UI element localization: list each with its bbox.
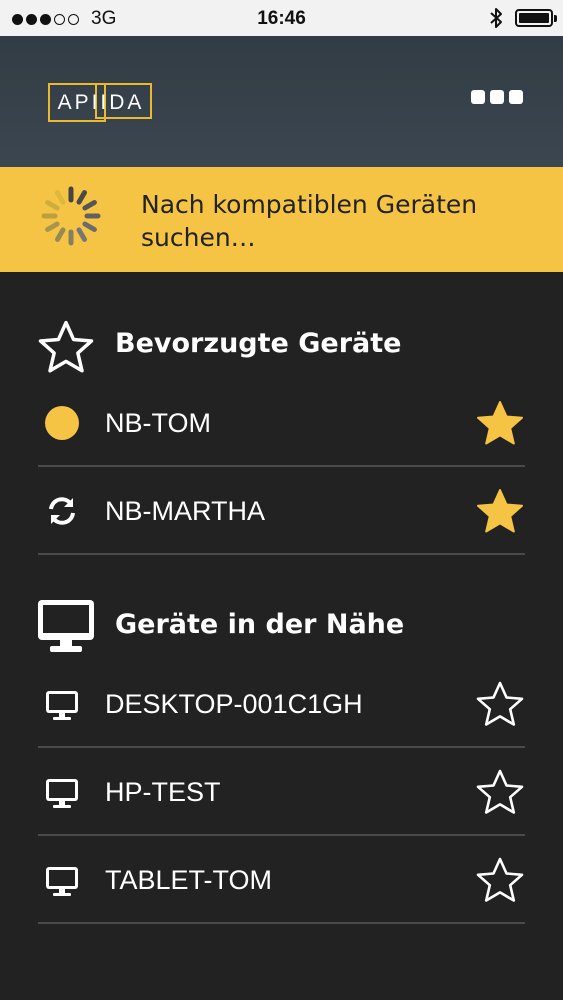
more-dots-icon [490, 90, 504, 104]
divider [38, 553, 525, 555]
online-dot-icon [45, 406, 79, 440]
more-options-button[interactable] [471, 90, 523, 104]
star-filled-icon[interactable] [475, 486, 525, 536]
star-filled-icon[interactable] [475, 398, 525, 448]
star-outline-icon [38, 320, 94, 373]
battery-icon [515, 9, 557, 27]
star-outline-icon[interactable] [475, 679, 525, 729]
device-name: NB-TOM [105, 408, 211, 438]
scanning-status-text: Nach kompatiblen Geräten suchen… [141, 190, 478, 252]
more-dots-icon [509, 90, 523, 104]
monitor-icon [46, 691, 78, 720]
nearby-section-title: Geräte in der Nähe [115, 609, 405, 640]
app-logo: APIIDA [46, 80, 156, 126]
logo-text: APIIDA [57, 91, 145, 114]
monitor-icon [46, 867, 78, 896]
bluetooth-icon [490, 8, 502, 28]
app-header: APIIDA [0, 36, 563, 167]
device-name: NB-MARTHA [105, 496, 266, 526]
status-time: 16:46 [257, 8, 306, 29]
star-outline-icon[interactable] [475, 767, 525, 817]
nearby-device-row[interactable]: DESKTOP-001C1GH [38, 660, 525, 748]
favorite-device-row[interactable]: NB-MARTHA [38, 467, 525, 555]
divider [38, 922, 525, 924]
favorites-section-title: Bevorzugte Geräte [115, 328, 402, 359]
star-outline-icon[interactable] [475, 855, 525, 905]
spinner-icon [41, 186, 101, 246]
sync-icon [49, 497, 75, 525]
nearby-device-row[interactable]: TABLET-TOM [38, 836, 525, 924]
status-bar: 3G 16:46 [0, 0, 563, 36]
favorite-device-row[interactable]: NB-TOM [38, 379, 525, 467]
more-dots-icon [471, 90, 485, 104]
monitor-icon [38, 600, 94, 652]
device-name: DESKTOP-001C1GH [105, 689, 363, 719]
device-name: TABLET-TOM [105, 865, 273, 895]
monitor-icon [46, 779, 78, 808]
nearby-device-row[interactable]: HP-TEST [38, 748, 525, 836]
device-name: HP-TEST [105, 777, 221, 807]
